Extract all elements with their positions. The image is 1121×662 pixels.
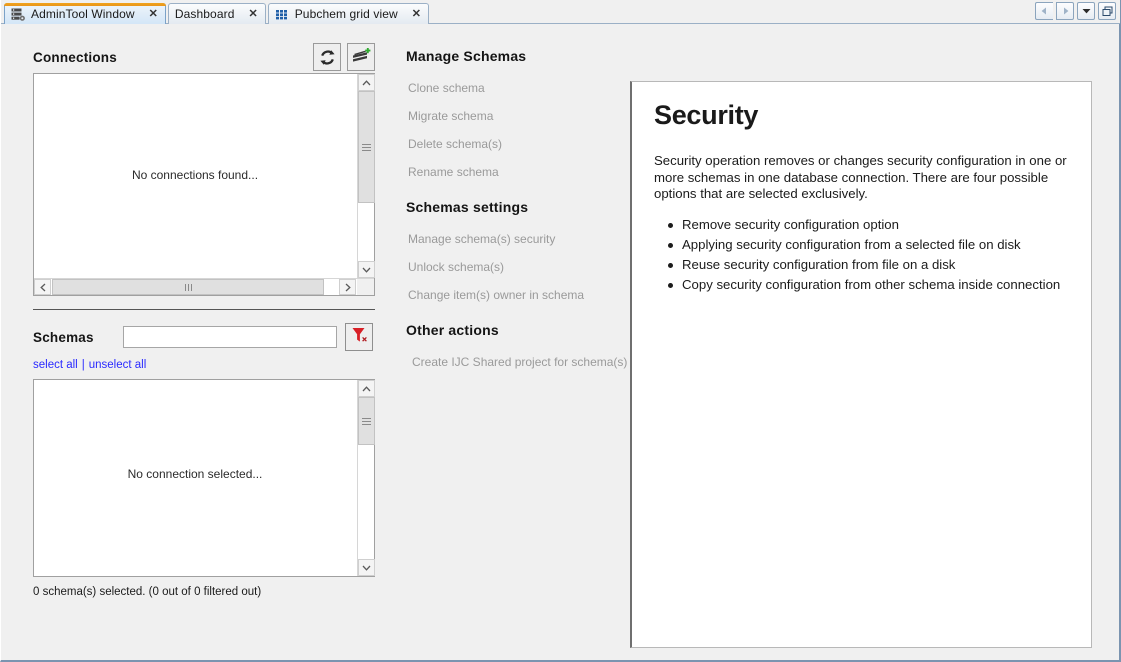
tab-label: AdminTool Window (31, 7, 137, 21)
action-rename-schema[interactable]: Rename schema (406, 165, 621, 179)
scroll-tabs-left-button[interactable] (1035, 2, 1053, 20)
help-bullet-item: Copy security configuration from other s… (680, 277, 1069, 294)
links-divider: | (82, 359, 85, 371)
scroll-down-button[interactable] (358, 559, 375, 576)
tab-bar: AdminTool Window ✕ Dashboard ✕ (1, 0, 1120, 24)
left-panel: Connections (33, 41, 375, 598)
scroll-grip-icon (185, 284, 192, 291)
scrollbar-corner (357, 279, 374, 295)
admin-tool-content: Connections (1, 24, 1117, 658)
scroll-up-button[interactable] (358, 380, 375, 397)
refresh-icon (318, 48, 337, 67)
add-layers-icon (351, 48, 371, 67)
scroll-up-button[interactable] (358, 74, 375, 91)
add-connection-button[interactable] (347, 43, 375, 71)
help-paragraph: Security operation removes or changes se… (654, 153, 1069, 203)
connections-vertical-scrollbar[interactable] (357, 74, 374, 278)
vertical-scroll-thumb[interactable] (358, 91, 375, 203)
refresh-connections-button[interactable] (313, 43, 341, 71)
tab-pubchem-grid-view[interactable]: Pubchem grid view ✕ (268, 3, 429, 24)
schemas-filter-input[interactable] (123, 326, 337, 348)
connections-horizontal-scrollbar[interactable] (34, 278, 374, 295)
schemas-vertical-scrollbar[interactable] (357, 380, 374, 576)
schemas-selection-links: select all | unselect all (33, 359, 375, 371)
actions-panel: Manage Schemas Clone schema Migrate sche… (406, 48, 621, 369)
connections-list-panel[interactable]: No connections found... (33, 73, 375, 296)
tab-close-icon[interactable]: ✕ (248, 9, 257, 20)
select-all-link[interactable]: select all (33, 359, 78, 371)
manage-schemas-title: Manage Schemas (406, 48, 621, 64)
action-create-ijc-shared-project[interactable]: Create IJC Shared project for schema(s) (406, 355, 621, 369)
maximize-window-button[interactable] (1098, 2, 1116, 20)
clear-filter-button[interactable] (345, 323, 373, 351)
scroll-tabs-right-button[interactable] (1056, 2, 1074, 20)
tab-strip: AdminTool Window ✕ Dashboard ✕ (4, 1, 431, 24)
tab-dashboard[interactable]: Dashboard ✕ (168, 3, 266, 24)
scroll-right-button[interactable] (339, 279, 356, 295)
action-unlock-schemas[interactable]: Unlock schema(s) (406, 260, 621, 274)
action-clone-schema[interactable]: Clone schema (406, 81, 621, 95)
connections-header: Connections (33, 41, 375, 73)
grid-icon (275, 8, 290, 21)
help-bullet-list: Remove security configuration option App… (654, 217, 1069, 294)
filter-clear-icon (350, 326, 369, 349)
action-change-items-owner[interactable]: Change item(s) owner in schema (406, 288, 621, 302)
schemas-title: Schemas (33, 330, 123, 345)
action-manage-schemas-security[interactable]: Manage schema(s) security (406, 232, 621, 246)
scroll-left-button[interactable] (34, 279, 51, 295)
scroll-grip-icon (362, 416, 371, 427)
connections-empty-message: No connections found... (34, 168, 356, 182)
tab-bar-controls (1035, 2, 1116, 20)
server-gear-icon (11, 8, 26, 21)
tab-close-icon[interactable]: ✕ (412, 9, 421, 20)
unselect-all-link[interactable]: unselect all (89, 359, 147, 371)
schemas-settings-title: Schemas settings (406, 199, 621, 215)
action-migrate-schema[interactable]: Migrate schema (406, 109, 621, 123)
tab-list-dropdown-button[interactable] (1077, 2, 1095, 20)
scroll-down-button[interactable] (358, 261, 375, 278)
scroll-grip-icon (362, 142, 371, 153)
schemas-empty-message: No connection selected... (34, 467, 356, 481)
connections-title: Connections (33, 50, 117, 65)
schemas-list-panel[interactable]: No connection selected... (33, 379, 375, 577)
other-actions-title: Other actions (406, 322, 621, 338)
vertical-scroll-thumb[interactable] (358, 397, 375, 445)
schemas-status-text: 0 schema(s) selected. (0 out of 0 filter… (33, 586, 375, 598)
help-title: Security (654, 100, 1069, 131)
tab-admintool-window[interactable]: AdminTool Window ✕ (4, 3, 166, 24)
connections-toolbar (313, 43, 375, 71)
help-bullet-item: Reuse security configuration from file o… (680, 257, 1069, 274)
tab-label: Pubchem grid view (295, 7, 400, 21)
help-panel: Security Security operation removes or c… (630, 81, 1092, 648)
tab-close-icon[interactable]: ✕ (149, 9, 158, 20)
admin-tool-window: AdminTool Window ✕ Dashboard ✕ (0, 0, 1121, 662)
horizontal-scroll-thumb[interactable] (52, 279, 324, 295)
tab-label: Dashboard (175, 7, 237, 21)
schemas-header: Schemas (33, 320, 375, 354)
panel-separator (33, 309, 375, 310)
help-bullet-item: Remove security configuration option (680, 217, 1069, 234)
help-bullet-item: Applying security configuration from a s… (680, 237, 1069, 254)
action-delete-schemas[interactable]: Delete schema(s) (406, 137, 621, 151)
